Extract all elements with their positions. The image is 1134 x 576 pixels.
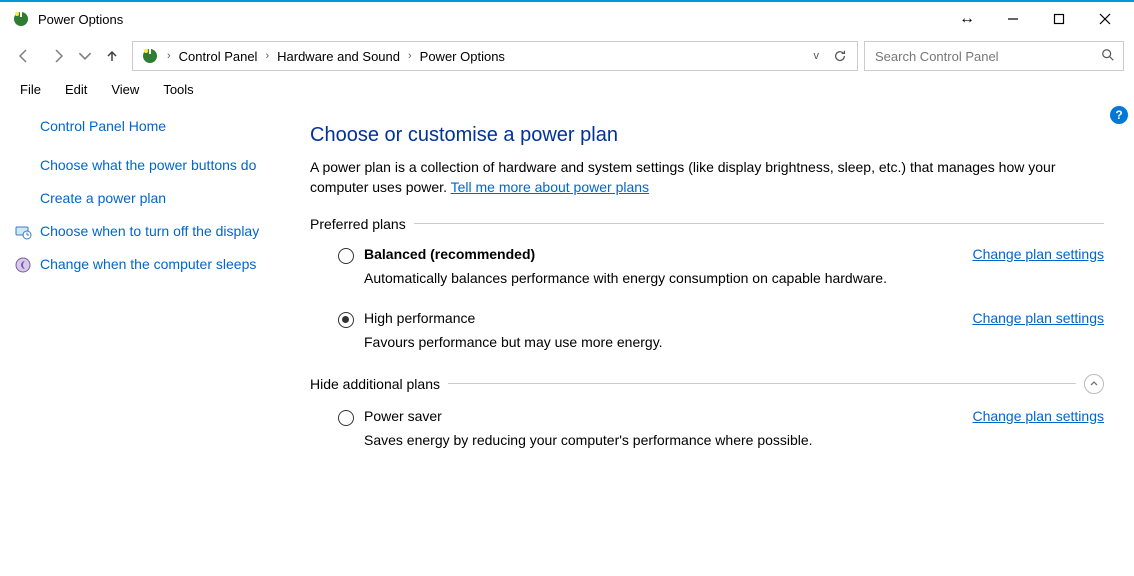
menu-edit[interactable]: Edit bbox=[55, 80, 97, 99]
intro-link[interactable]: Tell me more about power plans bbox=[451, 179, 649, 195]
search-box[interactable] bbox=[864, 41, 1124, 71]
moon-sleep-icon bbox=[14, 256, 32, 274]
radio-high-performance[interactable] bbox=[338, 312, 354, 328]
back-button[interactable] bbox=[10, 42, 38, 70]
intro-text: A power plan is a collection of hardware… bbox=[310, 157, 1104, 198]
plan-desc: Favours performance but may use more ene… bbox=[364, 334, 1104, 350]
display-timer-icon bbox=[14, 223, 32, 241]
power-options-icon bbox=[12, 10, 30, 28]
plan-name[interactable]: Power saver bbox=[364, 408, 442, 424]
chevron-right-icon[interactable]: › bbox=[263, 50, 271, 62]
search-input[interactable] bbox=[873, 48, 1101, 65]
group-additional: Hide additional plans bbox=[310, 374, 1104, 394]
sidebar-home-link[interactable]: Control Panel Home bbox=[40, 118, 280, 134]
plan-name[interactable]: Balanced (recommended) bbox=[364, 246, 535, 262]
side-pane: Control Panel Home Choose what the power… bbox=[0, 102, 300, 576]
help-icon[interactable]: ? bbox=[1110, 106, 1128, 124]
menubar: File Edit View Tools bbox=[0, 76, 1134, 102]
minimize-button[interactable] bbox=[990, 4, 1036, 34]
search-icon[interactable] bbox=[1101, 48, 1115, 65]
group-label-text: Preferred plans bbox=[310, 216, 406, 232]
up-button[interactable] bbox=[98, 42, 126, 70]
close-button[interactable] bbox=[1082, 4, 1128, 34]
resize-horizontal-icon: ↔ bbox=[944, 10, 990, 28]
group-preferred: Preferred plans bbox=[310, 216, 1104, 232]
menu-file[interactable]: File bbox=[10, 80, 51, 99]
address-bar: › Control Panel › Hardware and Sound › P… bbox=[0, 36, 1134, 76]
group-label-text: Hide additional plans bbox=[310, 376, 440, 392]
sidebar-link-display-off[interactable]: Choose when to turn off the display bbox=[40, 222, 280, 241]
sidebar-link-buttons[interactable]: Choose what the power buttons do bbox=[40, 156, 280, 175]
intro-pre: A power plan is a collection of hardware… bbox=[310, 159, 1056, 195]
power-options-icon bbox=[141, 47, 159, 65]
chevron-right-icon[interactable]: › bbox=[406, 50, 414, 62]
breadcrumb-seg-control-panel[interactable]: Control Panel bbox=[175, 49, 262, 64]
radio-power-saver[interactable] bbox=[338, 410, 354, 426]
change-plan-link[interactable]: Change plan settings bbox=[972, 408, 1104, 424]
plan-desc: Automatically balances performance with … bbox=[364, 270, 1104, 286]
page-title: Choose or customise a power plan bbox=[310, 124, 1104, 147]
breadcrumb-seg-power[interactable]: Power Options bbox=[416, 49, 509, 64]
plan-power-saver: Power saver Change plan settings Saves e… bbox=[310, 408, 1104, 448]
change-plan-link[interactable]: Change plan settings bbox=[972, 246, 1104, 262]
menu-view[interactable]: View bbox=[101, 80, 149, 99]
sidebar-item-label: Change when the computer sleeps bbox=[40, 256, 256, 272]
content-pane: ? Choose or customise a power plan A pow… bbox=[300, 102, 1134, 576]
titlebar: Power Options ↔ bbox=[0, 2, 1134, 36]
breadcrumb[interactable]: › Control Panel › Hardware and Sound › P… bbox=[132, 41, 858, 71]
breadcrumb-dropdown[interactable]: v bbox=[808, 50, 826, 62]
sidebar-link-create-plan[interactable]: Create a power plan bbox=[40, 189, 280, 208]
forward-button[interactable] bbox=[44, 42, 72, 70]
refresh-button[interactable] bbox=[827, 49, 853, 63]
menu-tools[interactable]: Tools bbox=[153, 80, 203, 99]
plan-balanced: Balanced (recommended) Change plan setti… bbox=[310, 246, 1104, 286]
change-plan-link[interactable]: Change plan settings bbox=[972, 310, 1104, 326]
sidebar-link-sleep[interactable]: Change when the computer sleeps bbox=[40, 255, 280, 274]
breadcrumb-seg-hardware[interactable]: Hardware and Sound bbox=[273, 49, 404, 64]
recent-dropdown[interactable] bbox=[78, 42, 92, 70]
chevron-right-icon[interactable]: › bbox=[165, 50, 173, 62]
radio-balanced[interactable] bbox=[338, 248, 354, 264]
plan-name[interactable]: High performance bbox=[364, 310, 475, 326]
plan-high-performance: High performance Change plan settings Fa… bbox=[310, 310, 1104, 350]
plan-desc: Saves energy by reducing your computer's… bbox=[364, 432, 1104, 448]
window-title: Power Options bbox=[38, 12, 123, 27]
sidebar-item-label: Choose when to turn off the display bbox=[40, 223, 259, 239]
maximize-button[interactable] bbox=[1036, 4, 1082, 34]
collapse-button[interactable] bbox=[1084, 374, 1104, 394]
